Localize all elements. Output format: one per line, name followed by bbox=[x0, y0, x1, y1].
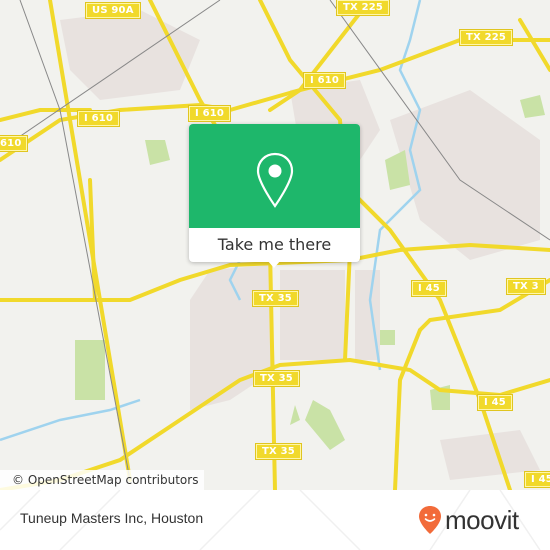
brand-wordmark: moovit bbox=[445, 504, 519, 535]
map[interactable]: US 90A TX 225 TX 225 I 610 I 610 I 610 6… bbox=[0, 0, 550, 490]
route-shield: TX 35 bbox=[253, 370, 300, 387]
route-shield: I 45 bbox=[524, 471, 550, 488]
map-attribution[interactable]: © OpenStreetMap contributors bbox=[0, 470, 205, 490]
popup-pointer bbox=[267, 260, 281, 268]
route-shield: TX 225 bbox=[458, 29, 514, 46]
route-shield: TX 225 bbox=[335, 0, 391, 16]
location-popup: Take me there bbox=[189, 124, 360, 268]
route-shield: US 90A bbox=[85, 2, 141, 19]
route-shield: I 610 bbox=[76, 110, 121, 127]
place-name: Tuneup Masters Inc, Houston bbox=[20, 510, 204, 526]
map-pin-icon bbox=[256, 152, 294, 208]
moovit-logo[interactable]: moovit bbox=[418, 505, 519, 535]
popup-header bbox=[189, 124, 360, 228]
route-shield: I 45 bbox=[411, 280, 447, 297]
route-shield: I 610 bbox=[302, 72, 347, 89]
route-shield: I 610 bbox=[187, 105, 232, 122]
route-shield: TX 35 bbox=[255, 443, 302, 460]
route-shield: 610 bbox=[0, 135, 29, 152]
route-shield: TX 3 bbox=[506, 278, 546, 295]
moovit-pin-icon bbox=[419, 506, 441, 534]
route-shield: TX 35 bbox=[252, 290, 299, 307]
route-shield: I 45 bbox=[477, 394, 513, 411]
take-me-there-button[interactable]: Take me there bbox=[189, 228, 360, 262]
